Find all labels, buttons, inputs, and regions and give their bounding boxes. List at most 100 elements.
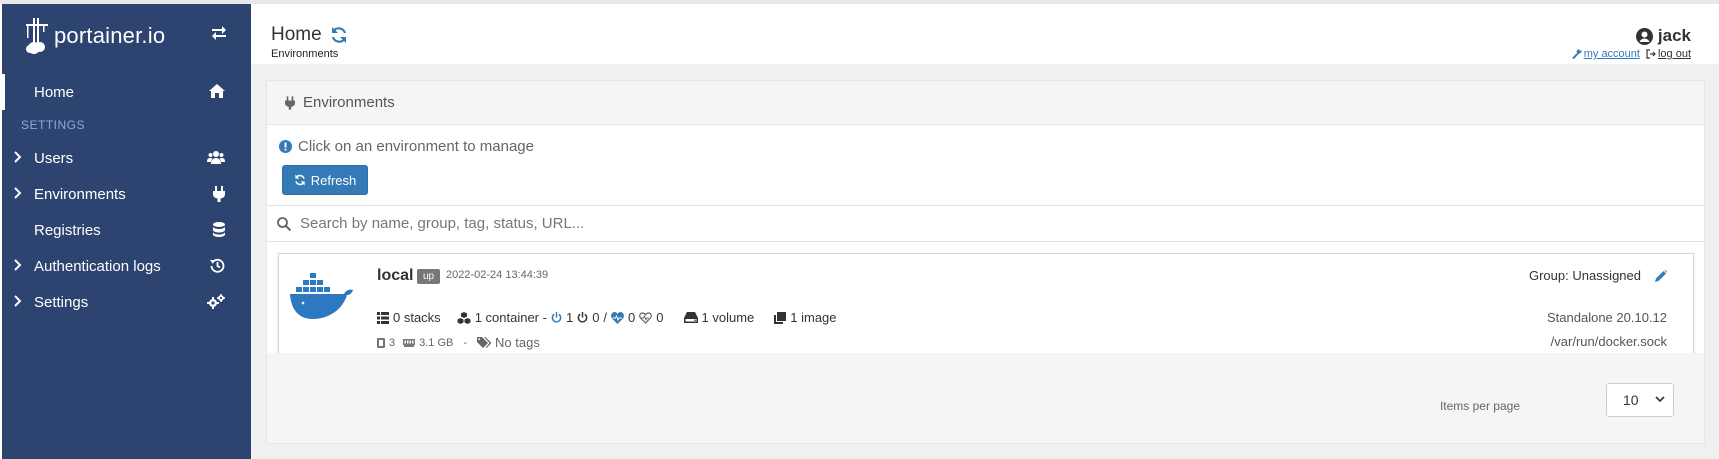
widget-header: Environments <box>267 81 1704 125</box>
chevron-right-icon <box>14 295 22 307</box>
chevron-down-icon <box>1655 396 1665 403</box>
sidebar-item-label: Users <box>34 149 74 167</box>
plug-icon <box>285 95 295 110</box>
containers-stat: 1 container - 1 0 / 0 0 <box>457 310 664 325</box>
stacks-count: 0 stacks <box>393 310 441 325</box>
sidebar-item-registries[interactable]: Registries <box>2 212 251 248</box>
sign-out-icon <box>1646 49 1656 59</box>
items-per-page-select[interactable]: 10 <box>1606 383 1674 417</box>
group-label: Group: Unassigned <box>1528 268 1641 283</box>
chevron-right-icon <box>14 259 22 271</box>
environment-date: 2022-02-24 13:44:39 <box>446 269 549 281</box>
th-list-icon <box>377 311 389 324</box>
hdd-icon <box>683 312 698 323</box>
home-icon <box>209 84 225 98</box>
sidebar-item-environments[interactable]: Environments <box>2 176 251 212</box>
docker-logo-icon <box>289 272 355 322</box>
username: jack <box>1657 26 1691 45</box>
settings-section-label: SETTINGS <box>21 118 86 132</box>
user-links: my account log out <box>1571 48 1691 60</box>
search-input[interactable] <box>300 215 900 232</box>
tags-label: No tags <box>495 335 540 350</box>
my-account-label: my account <box>1583 48 1640 60</box>
stopped-count: 0 <box>592 310 600 325</box>
log-out-link[interactable]: log out <box>1646 48 1691 60</box>
clone-icon <box>774 311 787 324</box>
sidebar-item-label: Environments <box>34 185 126 203</box>
environment-meta: 3 3.1 GB - No tags <box>377 335 540 350</box>
user-circle-icon <box>1635 27 1653 45</box>
cpu-icon <box>377 337 385 348</box>
memory-amount: 3.1 GB <box>419 336 454 349</box>
sidebar-item-home[interactable]: Home <box>2 74 251 110</box>
page-title-text: Home <box>271 24 322 45</box>
power-on-icon <box>551 312 562 323</box>
environment-version: Standalone 20.10.12 <box>1547 310 1667 325</box>
stacks-stat: 0 stacks <box>377 310 441 325</box>
toggle-sidebar-icon[interactable] <box>211 26 227 40</box>
cogs-icon <box>207 294 225 309</box>
brand: portainer.io <box>2 4 251 68</box>
heartbeat-icon <box>611 311 624 324</box>
brand-name: portainer.io <box>54 23 166 48</box>
sidebar-item-settings[interactable]: Settings <box>2 284 251 320</box>
power-off-icon <box>577 312 588 323</box>
users-icon <box>207 150 225 164</box>
memory-icon <box>403 338 416 347</box>
items-per-page-value: 10 <box>1623 392 1639 408</box>
edit-pencil-icon[interactable] <box>1655 269 1667 282</box>
unhealthy-count: 0 <box>656 310 664 325</box>
info-message: Click on an environment to manage <box>279 138 534 155</box>
running-count: 1 <box>565 310 574 325</box>
sidebar-item-label: Registries <box>34 221 101 239</box>
volumes-count: 1 volume <box>701 310 755 325</box>
widget-title: Environments <box>303 94 395 111</box>
separator-slash: / <box>603 310 608 325</box>
refresh-label: Refresh <box>310 172 357 188</box>
header: Home Environments jack my account log ou… <box>251 4 1719 64</box>
database-icon <box>213 222 225 237</box>
cubes-icon <box>457 311 471 324</box>
environment-group: Group: Unassigned <box>1529 268 1667 283</box>
my-account-link[interactable]: my account <box>1571 48 1640 60</box>
info-text: Click on an environment to manage <box>298 138 534 155</box>
sidebar-item-label: Settings <box>34 293 89 311</box>
refresh-button[interactable]: Refresh <box>282 165 368 195</box>
history-icon <box>210 258 225 273</box>
plug-icon <box>213 186 225 202</box>
sidebar: portainer.io Home SETTINGS Users Environ… <box>2 4 251 459</box>
chevron-right-icon <box>14 187 22 199</box>
wrench-icon <box>1571 49 1582 59</box>
chevron-right-icon <box>14 151 22 163</box>
search-bar <box>267 205 1704 242</box>
info-circle-icon <box>279 140 292 153</box>
environment-stats: 0 stacks 1 container - 1 0 / 0 0 1 volum… <box>377 310 837 325</box>
environment-card[interactable]: local up 2022-02-24 13:44:39 Group: Unas… <box>278 253 1694 359</box>
tags-icon <box>477 337 492 348</box>
log-out-label: log out <box>1657 48 1691 60</box>
unhealthy-heartbeat-icon <box>639 311 653 324</box>
environment-url: /var/run/docker.sock <box>1550 334 1667 349</box>
refresh-icon <box>294 174 306 186</box>
search-icon <box>277 216 291 231</box>
page-title: Home <box>271 24 348 46</box>
volumes-stat: 1 volume <box>683 310 755 325</box>
sidebar-item-label: Home <box>34 83 75 101</box>
meta-separator: - <box>463 336 468 349</box>
status-badge: up <box>417 269 441 284</box>
images-count: 1 image <box>790 310 837 325</box>
cpu-count: 3 <box>389 336 396 349</box>
refresh-icon[interactable] <box>330 26 348 44</box>
portainer-logo[interactable]: portainer.io <box>24 16 165 56</box>
sidebar-item-label: Authentication logs <box>34 257 161 275</box>
breadcrumb: Environments <box>271 48 339 60</box>
images-stat: 1 image <box>774 310 837 325</box>
sidebar-item-users[interactable]: Users <box>2 140 251 176</box>
healthy-count: 0 <box>628 310 636 325</box>
environment-name: local <box>377 267 414 284</box>
user-display: jack <box>1635 26 1691 46</box>
sidebar-item-authentication-logs[interactable]: Authentication logs <box>2 248 251 284</box>
items-per-page-label: Items per page <box>1439 399 1520 413</box>
environments-widget: Environments Click on an environment to … <box>266 80 1705 444</box>
portainer-crane-icon <box>26 18 48 54</box>
